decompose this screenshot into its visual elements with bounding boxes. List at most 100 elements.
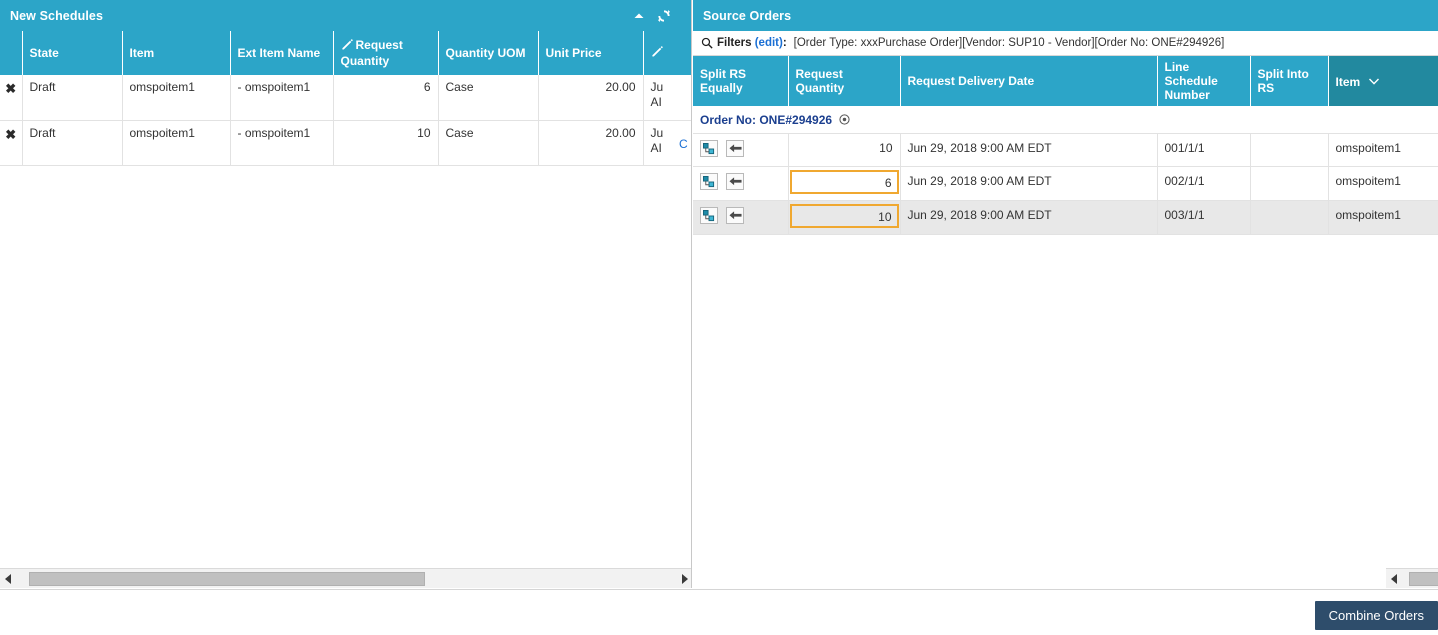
- new-schedules-horizontal-scrollbar[interactable]: [0, 568, 691, 588]
- cell-split-rs-equally[interactable]: [693, 133, 789, 167]
- cell-split-rs-equally[interactable]: [693, 166, 789, 201]
- source-orders-table: Split RS Equally Request Quantity Reques…: [693, 56, 1438, 235]
- scroll-right-arrow-icon[interactable]: [676, 569, 691, 588]
- source-orders-header-row: Split RS Equally Request Quantity Reques…: [693, 56, 1438, 106]
- table-row[interactable]: ✖ Draft omspoitem1 - omspoitem1 6 Case 2…: [0, 75, 691, 121]
- cell-item: omspoitem1: [1328, 200, 1438, 235]
- undo-arrow-icon[interactable]: [726, 173, 745, 190]
- cell-request-quantity[interactable]: 10: [788, 133, 901, 167]
- group-label: Order No: ONE#294926: [700, 113, 833, 127]
- new-schedules-header-row: State Item Ext Item Name Request Quantit…: [0, 31, 691, 75]
- row-delete-cell[interactable]: ✖: [0, 120, 23, 166]
- filters-label: Filters: [717, 37, 752, 49]
- col-request-quantity[interactable]: Request Quantity: [788, 56, 901, 106]
- pencil-icon: [651, 46, 663, 61]
- col-request-quantity[interactable]: Request Quantity: [333, 31, 439, 75]
- request-quantity-input[interactable]: 10: [789, 204, 899, 228]
- target-icon[interactable]: [839, 114, 850, 128]
- new-schedules-header-actions: [632, 9, 681, 23]
- undo-arrow-icon[interactable]: [726, 140, 745, 157]
- cell-line-schedule-number: 002/1/1: [1157, 166, 1251, 201]
- footer-action-bar: Combine Orders: [0, 589, 1438, 635]
- col-item[interactable]: Item: [1328, 56, 1438, 106]
- cell-request-delivery-date: Jun 29, 2018 9:00 AM EDT: [900, 166, 1158, 201]
- caret-up-icon[interactable]: [632, 9, 646, 23]
- table-row[interactable]: ✖ Draft omspoitem1 - omspoitem1 10 Case …: [0, 120, 691, 166]
- cell-request-quantity[interactable]: 10: [788, 200, 901, 235]
- cell-item: omspoitem1: [122, 75, 231, 121]
- col-request-delivery-date-partial[interactable]: [643, 31, 691, 75]
- row-action-link[interactable]: C: [679, 137, 688, 151]
- source-orders-horizontal-scrollbar[interactable]: [1386, 568, 1438, 588]
- request-quantity-input[interactable]: 6: [789, 170, 899, 194]
- split-rs-icon[interactable]: [700, 207, 718, 224]
- col-line-schedule-number[interactable]: Line Schedule Number: [1157, 56, 1251, 106]
- row-delete-cell[interactable]: ✖: [0, 75, 23, 121]
- cell-state: Draft: [22, 120, 123, 166]
- scroll-track[interactable]: [1402, 571, 1438, 586]
- combine-orders-screen: New Schedules State Item Ext Item Name R…: [0, 0, 1438, 635]
- filters-values: [Order Type: xxxPurchase Order][Vendor: …: [793, 37, 1225, 49]
- delete-row-icon[interactable]: ✖: [5, 128, 17, 141]
- table-row[interactable]: 10 Jun 29, 2018 9:00 AM EDT 001/1/1 omsp…: [693, 133, 1438, 167]
- col-state[interactable]: State: [22, 31, 123, 75]
- new-schedules-panel-header: New Schedules: [0, 0, 691, 31]
- group-header-cell: Order No: ONE#294926: [693, 106, 1438, 134]
- scroll-left-arrow-icon[interactable]: [1386, 569, 1402, 588]
- combine-orders-button[interactable]: Combine Orders: [1314, 601, 1438, 630]
- col-split-into-rs[interactable]: Split Into RS: [1250, 56, 1329, 106]
- cell-split-into-rs[interactable]: [1250, 133, 1329, 167]
- cell-quantity-uom: Case: [438, 120, 539, 166]
- table-row[interactable]: 10 Jun 29, 2018 9:00 AM EDT 003/1/1 omsp…: [693, 200, 1438, 235]
- magnifier-icon: [701, 37, 713, 49]
- date-line-1: Ju: [650, 80, 664, 94]
- cell-split-into-rs[interactable]: [1250, 166, 1329, 201]
- refresh-icon[interactable]: [657, 9, 671, 23]
- col-quantity-uom[interactable]: Quantity UOM: [438, 31, 539, 75]
- cell-state: Draft: [22, 75, 123, 121]
- new-schedules-panel: New Schedules State Item Ext Item Name R…: [0, 0, 692, 588]
- new-schedules-table: State Item Ext Item Name Request Quantit…: [0, 31, 691, 166]
- cell-request-quantity[interactable]: 6: [788, 166, 901, 201]
- cell-request-quantity[interactable]: 6: [333, 75, 439, 121]
- source-orders-panel-header: Source Orders: [693, 0, 1438, 31]
- pencil-icon: [341, 39, 353, 54]
- cell-quantity-uom: Case: [438, 75, 539, 121]
- cell-line-schedule-number: 003/1/1: [1157, 200, 1251, 235]
- filters-colon: :: [782, 37, 787, 49]
- col-ext-item-name[interactable]: Ext Item Name: [230, 31, 334, 75]
- scroll-thumb[interactable]: [1409, 571, 1438, 586]
- cell-unit-price: 20.00: [538, 75, 644, 121]
- cell-request-quantity[interactable]: 10: [333, 120, 439, 166]
- cell-item: omspoitem1: [1328, 166, 1438, 201]
- chevron-down-icon[interactable]: [1368, 74, 1379, 88]
- col-item[interactable]: Item: [122, 31, 231, 75]
- new-schedules-grid[interactable]: State Item Ext Item Name Request Quantit…: [0, 31, 691, 564]
- cell-item: omspoitem1: [122, 120, 231, 166]
- table-row[interactable]: 6 Jun 29, 2018 9:00 AM EDT 002/1/1 omspo…: [693, 166, 1438, 201]
- col-select[interactable]: [0, 31, 23, 75]
- col-request-delivery-date[interactable]: Request Delivery Date: [900, 56, 1158, 106]
- cell-ext-item-name: - omspoitem1: [230, 120, 334, 166]
- cell-ext-item-name: - omspoitem1: [230, 75, 334, 121]
- col-split-rs-equally[interactable]: Split RS Equally: [693, 56, 789, 106]
- source-orders-title: Source Orders: [703, 8, 792, 23]
- undo-arrow-icon[interactable]: [726, 207, 745, 224]
- cell-split-into-rs[interactable]: [1250, 200, 1329, 235]
- split-rs-icon[interactable]: [700, 140, 718, 157]
- col-unit-price[interactable]: Unit Price: [538, 31, 644, 75]
- scroll-left-arrow-icon[interactable]: [0, 569, 16, 588]
- source-orders-filter-bar: Filters (edit) : [Order Type: xxxPurchas…: [693, 31, 1438, 56]
- cell-item: omspoitem1: [1328, 133, 1438, 167]
- scroll-thumb[interactable]: [29, 571, 426, 586]
- cell-split-rs-equally[interactable]: [693, 200, 789, 235]
- date-line-2: AI: [650, 140, 662, 155]
- scroll-track[interactable]: [16, 571, 676, 586]
- source-orders-grid[interactable]: Split RS Equally Request Quantity Reques…: [693, 56, 1438, 563]
- cell-request-delivery-date[interactable]: Ju AI: [643, 75, 691, 121]
- split-rs-icon[interactable]: [700, 173, 718, 190]
- cell-unit-price: 20.00: [538, 120, 644, 166]
- cell-line-schedule-number: 001/1/1: [1157, 133, 1251, 167]
- delete-row-icon[interactable]: ✖: [5, 82, 17, 95]
- filters-edit-link[interactable]: (edit): [755, 37, 783, 49]
